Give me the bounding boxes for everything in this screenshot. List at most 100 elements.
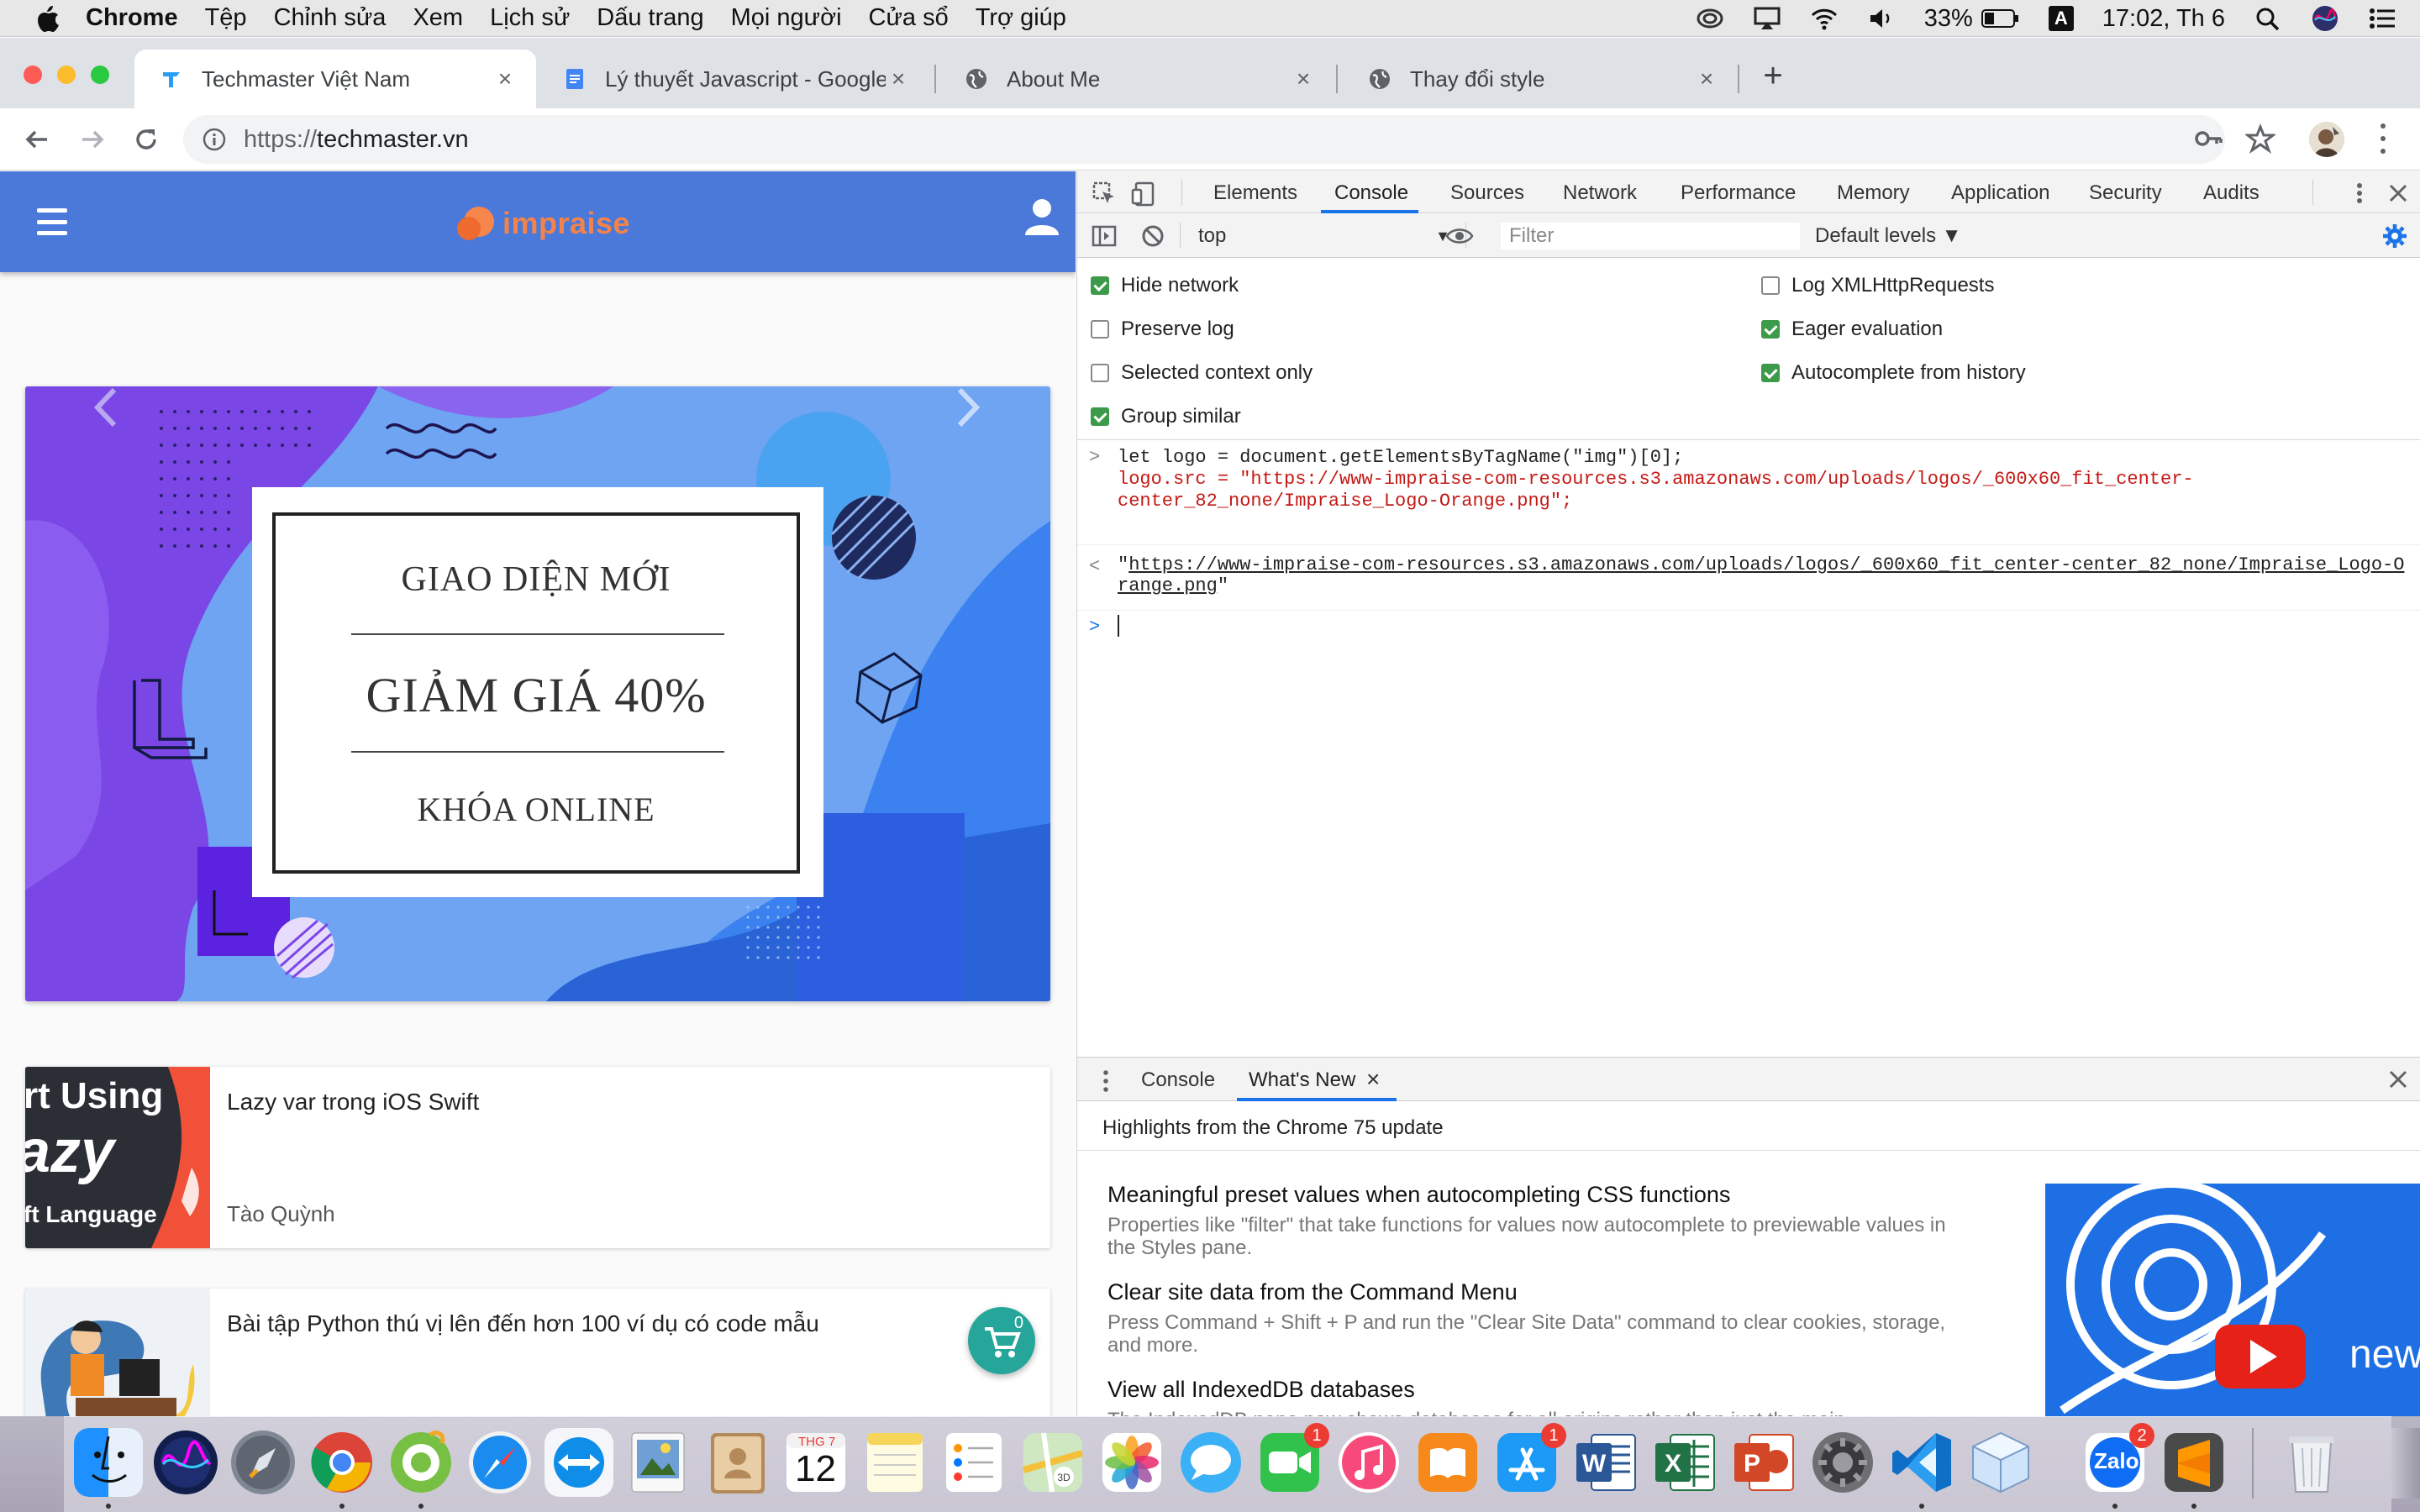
tab-security[interactable]: Security [2089, 181, 2162, 205]
airplay-icon[interactable] [1753, 6, 1781, 31]
wifi-icon[interactable] [1810, 6, 1839, 31]
safari-icon[interactable] [466, 1428, 534, 1497]
new-tab-button[interactable]: + [1756, 59, 1790, 92]
tab-network[interactable]: Network [1563, 181, 1637, 205]
menu-window[interactable]: Cửa sổ [869, 4, 949, 32]
reminders-icon[interactable] [939, 1428, 1008, 1497]
tab-about-me[interactable]: About Me × [939, 50, 1334, 108]
console-prompt-caret[interactable] [1118, 615, 1119, 637]
window-minimize-button[interactable] [57, 66, 76, 84]
virtualbox-cube-icon[interactable] [1966, 1428, 2035, 1497]
profile-avatar[interactable] [2309, 122, 2344, 157]
user-account-icon[interactable] [1023, 197, 1060, 237]
tab-performance[interactable]: Performance [1681, 181, 1796, 205]
post-card-python[interactable]: Bài tập Python thú vị lên đến hơn 100 ví… [25, 1289, 1050, 1416]
javascript-context-select[interactable]: top ▼ [1198, 223, 1450, 249]
setting-selected-context-only[interactable]: Selected context only [1091, 361, 1313, 385]
tab-elements[interactable]: Elements [1213, 181, 1297, 205]
log-levels-dropdown[interactable]: Default levels ▼ [1815, 224, 1962, 248]
tab-javascript-doc[interactable]: Lý thuyết Javascript - Google T × [538, 50, 929, 108]
checkbox-checked[interactable] [1091, 407, 1109, 426]
site-logo[interactable]: impraise [454, 200, 630, 247]
checkbox[interactable] [1091, 320, 1109, 339]
menu-app-chrome[interactable]: Chrome [86, 4, 178, 32]
clear-console-icon[interactable] [1139, 223, 1166, 249]
device-toolbar-icon[interactable] [1131, 180, 1158, 207]
bookmark-star-icon[interactable] [2245, 123, 2275, 154]
url-text[interactable]: https://techmaster.vn [244, 126, 469, 154]
menu-history[interactable]: Lịch sử [490, 4, 570, 32]
menu-people[interactable]: Mọi người [731, 4, 842, 32]
word-icon[interactable]: W [1571, 1428, 1640, 1497]
tab-audits[interactable]: Audits [2203, 181, 2260, 205]
creative-cloud-icon[interactable] [1696, 6, 1724, 31]
chrome-menu-icon[interactable] [2378, 123, 2388, 154]
menu-help[interactable]: Trợ giúp [976, 4, 1066, 32]
tab-close-icon[interactable]: × [1694, 66, 1719, 92]
post-author[interactable]: Tào Quỳnh [227, 1201, 335, 1227]
console-input-line[interactable]: center_82_none/Impraise_Logo-Orange.png"… [1118, 491, 1572, 512]
setting-hide-network[interactable]: Hide network [1091, 274, 1239, 297]
devtools-close-icon[interactable] [2385, 180, 2412, 207]
forward-button[interactable] [76, 123, 109, 156]
window-zoom-button[interactable] [91, 66, 109, 84]
inspect-element-icon[interactable] [1091, 180, 1118, 207]
launchpad-icon[interactable] [229, 1428, 297, 1497]
battery-icon[interactable] [1981, 8, 2020, 29]
setting-autocomplete-history[interactable]: Autocomplete from history [1761, 361, 2026, 385]
siri-icon[interactable] [2311, 4, 2339, 33]
console-settings-gear-icon[interactable] [2381, 223, 2408, 249]
chrome-icon[interactable] [308, 1428, 376, 1497]
contacts-icon[interactable] [702, 1428, 771, 1497]
result-url-link[interactable]: https://www-impraise-com-resources.s3.am… [1118, 554, 2404, 596]
omnibox[interactable]: https://techmaster.vn [183, 115, 2225, 164]
console-result[interactable]: "https://www-impraise-com-resources.s3.a… [1118, 554, 2412, 596]
whats-new-video-thumbnail[interactable]: new [2045, 1184, 2420, 1416]
menu-bookmarks[interactable]: Dấu trang [597, 4, 703, 32]
excel-icon[interactable]: X [1650, 1428, 1719, 1497]
checkbox[interactable] [1091, 364, 1109, 382]
post-title[interactable]: Bài tập Python thú vị lên đến hơn 100 ví… [227, 1310, 819, 1337]
carousel-next-arrow-icon[interactable] [956, 386, 981, 428]
spotlight-search-icon[interactable] [2254, 6, 2282, 31]
console-input-line[interactable]: logo.src = "https://www-impraise-com-res… [1118, 469, 2194, 490]
checkbox-checked[interactable] [1761, 320, 1780, 339]
notes-icon[interactable] [860, 1428, 929, 1497]
console-input-line[interactable]: let logo = document.getElementsByTagName… [1118, 447, 1683, 468]
trash-icon[interactable] [2277, 1428, 2346, 1497]
checkbox[interactable] [1761, 276, 1780, 295]
setting-preserve-log[interactable]: Preserve log [1091, 318, 1234, 341]
show-sidebar-icon[interactable] [1091, 223, 1118, 249]
preview-icon[interactable] [623, 1428, 692, 1497]
hamburger-menu-icon[interactable] [37, 208, 67, 235]
whats-new-item-title[interactable]: Clear site data from the Command Menu [1107, 1279, 1518, 1305]
photos-icon[interactable] [1097, 1428, 1166, 1497]
volume-icon[interactable] [1867, 6, 1896, 31]
tab-close-icon[interactable]: × [1291, 66, 1316, 92]
siri-icon[interactable] [151, 1428, 220, 1497]
post-title[interactable]: Lazy var trong iOS Swift [227, 1089, 479, 1116]
powerpoint-icon[interactable]: P [1729, 1428, 1798, 1497]
promo-banner[interactable]: GIAO DIỆN MỚI GIẢM GIÁ 40% KHÓA ONLINE [25, 386, 1050, 1001]
menu-view[interactable]: Xem [413, 4, 463, 32]
itunes-icon[interactable] [1334, 1428, 1403, 1497]
system-preferences-icon[interactable] [1808, 1428, 1877, 1497]
key-icon[interactable] [2193, 123, 2223, 154]
tab-close-icon[interactable]: × [492, 66, 518, 92]
drawer-tab-console[interactable]: Console [1141, 1068, 1215, 1092]
back-button[interactable] [20, 123, 54, 156]
input-source-indicator[interactable]: A [2048, 6, 2074, 31]
teamviewer-icon[interactable] [544, 1428, 613, 1497]
whats-new-item-title[interactable]: View all IndexedDB databases [1107, 1377, 1415, 1403]
tab-thay-doi-style[interactable]: Thay đổi style × [1343, 50, 1738, 108]
setting-log-xhr[interactable]: Log XMLHttpRequests [1761, 274, 1994, 297]
setting-eager-evaluation[interactable]: Eager evaluation [1761, 318, 1943, 341]
console-filter-input[interactable] [1501, 223, 1800, 249]
drawer-close-icon[interactable] [2385, 1066, 2412, 1093]
cart-button[interactable]: 0 [968, 1307, 1035, 1374]
tab-close-icon[interactable]: × [886, 66, 911, 92]
drawer-tab-whats-new[interactable]: What's New [1249, 1068, 1355, 1092]
reload-button[interactable] [129, 123, 163, 156]
tab-console[interactable]: Console [1334, 181, 1408, 205]
whats-new-item-title[interactable]: Meaningful preset values when autocomple… [1107, 1182, 1730, 1208]
